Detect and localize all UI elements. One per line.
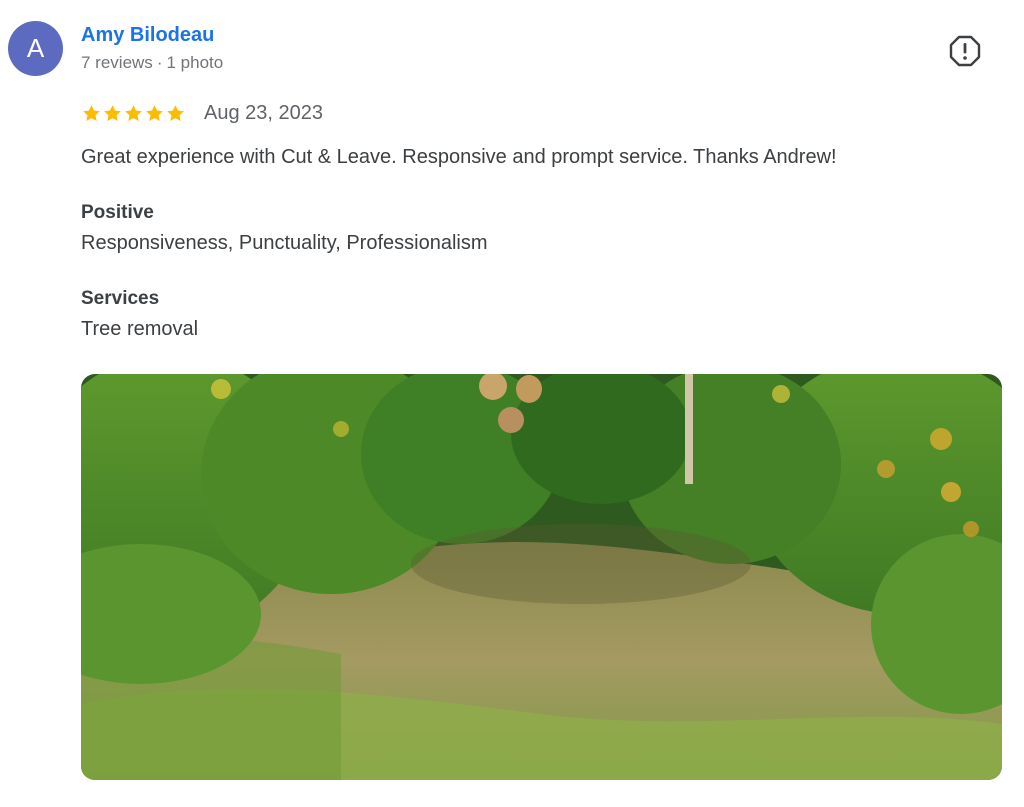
star-icon [146, 104, 163, 121]
review-photo[interactable] [81, 374, 1002, 780]
star-icon [104, 104, 121, 121]
avatar[interactable]: A [8, 21, 63, 76]
services-label: Services [81, 288, 160, 309]
report-icon[interactable] [948, 34, 982, 68]
photos-count: 1 photo [166, 53, 224, 72]
author-meta: 7 reviews · 1 photo [81, 53, 223, 73]
rating-row: Aug 23, 2023 [81, 100, 323, 126]
star-rating [81, 103, 186, 124]
star-icon [167, 104, 184, 121]
review-date: Aug 23, 2023 [204, 101, 323, 124]
reviews-count: 7 reviews [81, 53, 153, 72]
positive-value: Responsiveness, Punctuality, Professiona… [81, 232, 488, 254]
star-icon [125, 104, 142, 121]
services-value: Tree removal [81, 318, 199, 340]
positive-label: Positive [81, 202, 154, 223]
review-text: Great experience with Cut & Leave. Respo… [81, 146, 837, 168]
meta-separator: · [156, 53, 163, 72]
star-icon [83, 104, 100, 121]
author-name-link[interactable]: Amy Bilodeau [81, 24, 214, 47]
